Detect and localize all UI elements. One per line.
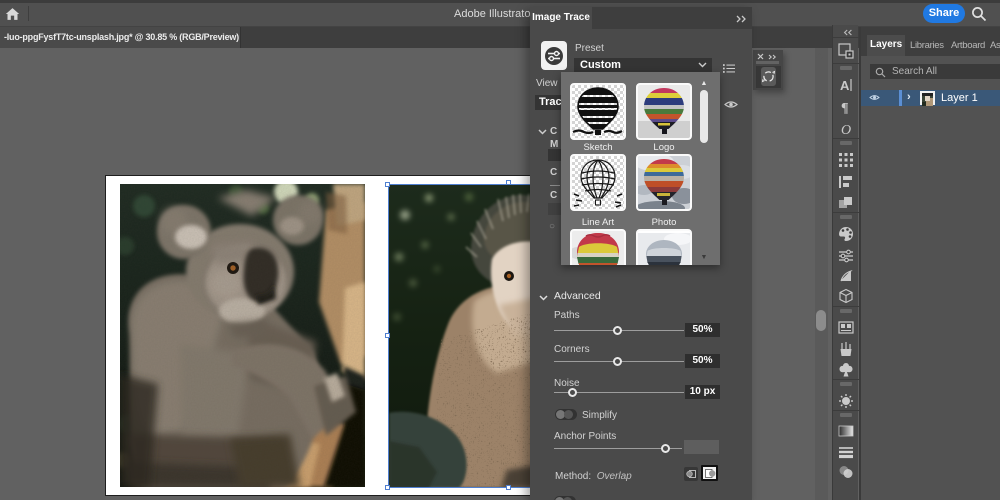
svg-text:A: A xyxy=(840,78,850,93)
svg-text:¶: ¶ xyxy=(841,101,849,115)
svg-text:O: O xyxy=(841,123,851,137)
